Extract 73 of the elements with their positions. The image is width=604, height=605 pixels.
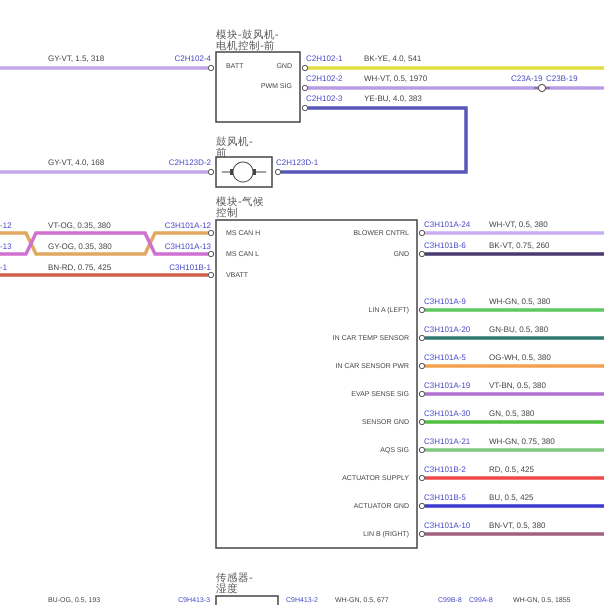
connector-label: C3H101A-9: [424, 297, 466, 306]
wire-spec: WH-VT, 0.5, 1970: [364, 74, 428, 83]
connector-label: C3H101B-5: [424, 493, 466, 502]
inline-connector-icon: [534, 84, 550, 92]
connector-label: C2H102-4: [174, 54, 211, 63]
terminal-icon: [418, 362, 426, 370]
connector-label: C2H102-3: [306, 94, 342, 103]
terminal-icon: [208, 250, 214, 258]
wire-spec: GY-OG, 0.35, 380: [48, 242, 112, 251]
terminal-icon: [418, 530, 426, 538]
connector-label: -1: [0, 263, 8, 272]
wire-spec: BN-RD, 0.75, 425: [48, 263, 112, 272]
component-title: 控制: [216, 207, 238, 219]
terminal-icon: [418, 306, 426, 314]
wire-spec: GN, 0.5, 380: [489, 409, 534, 418]
connector-label: C2H123D-2: [168, 158, 211, 167]
connector-label: C2H123D-1: [276, 158, 318, 167]
motor-drawing: [215, 156, 273, 188]
terminal-icon: [208, 64, 214, 72]
connector-label: C3H101B-1: [169, 263, 211, 272]
connector-label: C3H101B-6: [424, 241, 466, 250]
terminal-icon: [418, 334, 426, 342]
terminal-icon: [302, 64, 308, 72]
component-title: 模块-气候: [216, 196, 264, 208]
wire-spec: GY-VT, 4.0, 168: [48, 158, 104, 167]
terminal-icon: [418, 502, 426, 510]
connector-label: C23A-19: [511, 74, 543, 83]
terminal-icon: [418, 418, 426, 426]
wire-spec: BK-VT, 0.75, 260: [489, 241, 550, 250]
terminal-icon: [418, 250, 426, 258]
wire-spec: WH-GN, 0.75, 380: [489, 437, 555, 446]
connector-label: C3H101A-20: [424, 325, 470, 334]
component-title: 电机控制-前: [216, 40, 275, 52]
connector-label: C3H101A-5: [424, 353, 466, 362]
terminal-icon: [208, 230, 214, 236]
wire-spec: VT-BN, 0.5, 380: [489, 381, 546, 390]
connector-label: C3H101A-12: [164, 221, 211, 230]
wire-spec: BU, 0.5, 425: [489, 493, 534, 502]
terminal-icon: [208, 168, 214, 176]
connector-label: -13: [0, 242, 12, 251]
terminal-icon: [274, 168, 282, 176]
terminal-icon: [208, 272, 214, 278]
connector-label: C3H101A-19: [424, 381, 470, 390]
component-title: 模块-鼓风机-: [216, 29, 279, 41]
terminal-icon: [418, 390, 426, 398]
component-title: 湿度: [216, 583, 238, 595]
wire-spec: VT-OG, 0.35, 380: [48, 221, 111, 230]
terminal-icon: [418, 230, 426, 236]
wire-spec: WH-GN, 0.5, 380: [489, 297, 550, 306]
connector-label: C3H101A-10: [424, 521, 470, 530]
connector-label: -12: [0, 221, 12, 230]
connector-label: C3H101A-24: [424, 220, 470, 229]
connector-label: C2H102-2: [306, 74, 342, 83]
connector-label: C23B-19: [546, 74, 578, 83]
wire-spec: GY-VT, 1.5, 318: [48, 54, 104, 63]
wire-spec: GN-BU, 0.5, 380: [489, 325, 548, 334]
wire-spec: YE-BU, 4.0, 383: [364, 94, 422, 103]
connector-label: C3H101B-2: [424, 465, 466, 474]
connector-label: C3H101A-13: [164, 242, 211, 251]
terminal-icon: [418, 474, 426, 482]
connector-label: C3H101A-30: [424, 409, 470, 418]
wire-spec: RD, 0.5, 425: [489, 465, 534, 474]
terminal-icon: [418, 446, 426, 454]
wire-spec: BN-VT, 0.5, 380: [489, 521, 546, 530]
terminal-icon: [302, 84, 308, 92]
wire-spec: OG-WH, 0.5, 380: [489, 353, 551, 362]
connector-label: C3H101A-21: [424, 437, 470, 446]
component-title: 鼓风机-: [216, 136, 253, 148]
connector-label: C2H102-1: [306, 54, 342, 63]
wire-spec: BK-YE, 4.0, 541: [364, 54, 422, 63]
component-title: 传感器-: [216, 572, 253, 584]
terminal-icon: [302, 104, 308, 112]
wire-spec: WH-VT, 0.5, 380: [489, 220, 548, 229]
